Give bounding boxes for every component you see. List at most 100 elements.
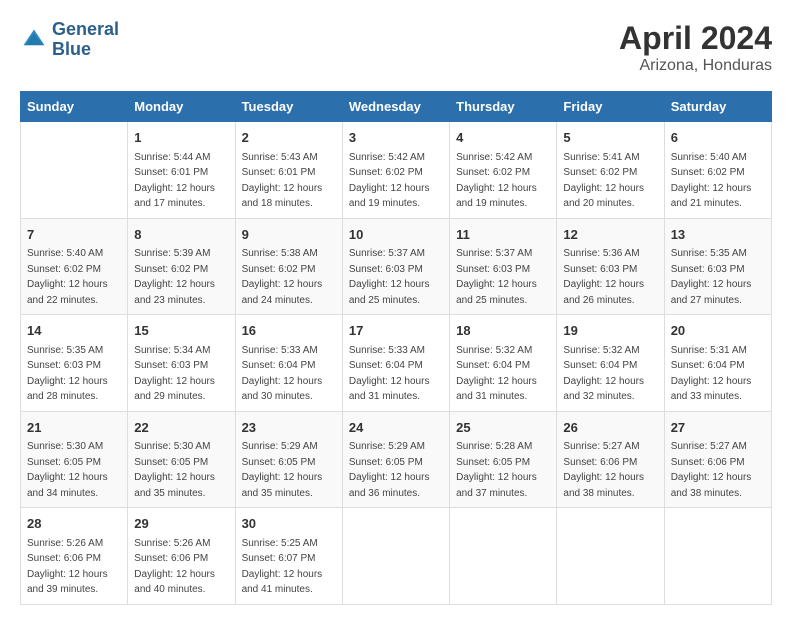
calendar-day-cell: 20Sunrise: 5:31 AMSunset: 6:04 PMDayligh… <box>664 315 771 412</box>
calendar-day-cell: 16Sunrise: 5:33 AMSunset: 6:04 PMDayligh… <box>235 315 342 412</box>
day-number: 12 <box>563 225 657 245</box>
calendar-day-cell: 2Sunrise: 5:43 AMSunset: 6:01 PMDaylight… <box>235 122 342 219</box>
day-info: Sunrise: 5:29 AMSunset: 6:05 PMDaylight:… <box>349 439 443 501</box>
day-info: Sunrise: 5:37 AMSunset: 6:03 PMDaylight:… <box>349 246 443 308</box>
day-number: 24 <box>349 418 443 438</box>
day-info: Sunrise: 5:33 AMSunset: 6:04 PMDaylight:… <box>242 343 336 405</box>
day-info: Sunrise: 5:32 AMSunset: 6:04 PMDaylight:… <box>456 343 550 405</box>
day-number: 28 <box>27 514 121 534</box>
day-info: Sunrise: 5:35 AMSunset: 6:03 PMDaylight:… <box>27 343 121 405</box>
day-info: Sunrise: 5:39 AMSunset: 6:02 PMDaylight:… <box>134 246 228 308</box>
day-number: 9 <box>242 225 336 245</box>
day-info: Sunrise: 5:38 AMSunset: 6:02 PMDaylight:… <box>242 246 336 308</box>
day-info: Sunrise: 5:26 AMSunset: 6:06 PMDaylight:… <box>27 536 121 598</box>
day-info: Sunrise: 5:42 AMSunset: 6:02 PMDaylight:… <box>349 150 443 212</box>
weekday-header: Friday <box>557 92 664 122</box>
calendar-week-row: 21Sunrise: 5:30 AMSunset: 6:05 PMDayligh… <box>21 411 772 508</box>
day-number: 4 <box>456 128 550 148</box>
day-info: Sunrise: 5:40 AMSunset: 6:02 PMDaylight:… <box>671 150 765 212</box>
month-year: April 2024 <box>619 20 772 57</box>
day-number: 10 <box>349 225 443 245</box>
calendar-week-row: 1Sunrise: 5:44 AMSunset: 6:01 PMDaylight… <box>21 122 772 219</box>
calendar-day-cell: 3Sunrise: 5:42 AMSunset: 6:02 PMDaylight… <box>342 122 449 219</box>
calendar-day-cell: 1Sunrise: 5:44 AMSunset: 6:01 PMDaylight… <box>128 122 235 219</box>
calendar-week-row: 7Sunrise: 5:40 AMSunset: 6:02 PMDaylight… <box>21 218 772 315</box>
page-header: General Blue April 2024 Arizona, Hondura… <box>20 20 772 75</box>
day-number: 17 <box>349 321 443 341</box>
calendar-header-row: SundayMondayTuesdayWednesdayThursdayFrid… <box>21 92 772 122</box>
day-info: Sunrise: 5:32 AMSunset: 6:04 PMDaylight:… <box>563 343 657 405</box>
day-number: 25 <box>456 418 550 438</box>
calendar-day-cell: 8Sunrise: 5:39 AMSunset: 6:02 PMDaylight… <box>128 218 235 315</box>
calendar-day-cell: 23Sunrise: 5:29 AMSunset: 6:05 PMDayligh… <box>235 411 342 508</box>
calendar-day-cell: 22Sunrise: 5:30 AMSunset: 6:05 PMDayligh… <box>128 411 235 508</box>
calendar-day-cell: 27Sunrise: 5:27 AMSunset: 6:06 PMDayligh… <box>664 411 771 508</box>
day-number: 15 <box>134 321 228 341</box>
calendar-day-cell: 30Sunrise: 5:25 AMSunset: 6:07 PMDayligh… <box>235 508 342 605</box>
calendar-day-cell: 9Sunrise: 5:38 AMSunset: 6:02 PMDaylight… <box>235 218 342 315</box>
day-info: Sunrise: 5:43 AMSunset: 6:01 PMDaylight:… <box>242 150 336 212</box>
calendar-day-cell: 12Sunrise: 5:36 AMSunset: 6:03 PMDayligh… <box>557 218 664 315</box>
calendar-day-cell: 7Sunrise: 5:40 AMSunset: 6:02 PMDaylight… <box>21 218 128 315</box>
day-info: Sunrise: 5:34 AMSunset: 6:03 PMDaylight:… <box>134 343 228 405</box>
day-info: Sunrise: 5:25 AMSunset: 6:07 PMDaylight:… <box>242 536 336 598</box>
calendar-day-cell: 6Sunrise: 5:40 AMSunset: 6:02 PMDaylight… <box>664 122 771 219</box>
calendar-day-cell: 25Sunrise: 5:28 AMSunset: 6:05 PMDayligh… <box>450 411 557 508</box>
logo-icon <box>20 26 48 54</box>
calendar-week-row: 14Sunrise: 5:35 AMSunset: 6:03 PMDayligh… <box>21 315 772 412</box>
weekday-header: Sunday <box>21 92 128 122</box>
calendar-day-cell <box>450 508 557 605</box>
logo: General Blue <box>20 20 119 60</box>
day-info: Sunrise: 5:44 AMSunset: 6:01 PMDaylight:… <box>134 150 228 212</box>
calendar-day-cell: 29Sunrise: 5:26 AMSunset: 6:06 PMDayligh… <box>128 508 235 605</box>
weekday-header: Tuesday <box>235 92 342 122</box>
day-info: Sunrise: 5:29 AMSunset: 6:05 PMDaylight:… <box>242 439 336 501</box>
weekday-header: Monday <box>128 92 235 122</box>
day-number: 5 <box>563 128 657 148</box>
location: Arizona, Honduras <box>619 57 772 75</box>
day-number: 27 <box>671 418 765 438</box>
calendar-day-cell: 4Sunrise: 5:42 AMSunset: 6:02 PMDaylight… <box>450 122 557 219</box>
day-number: 22 <box>134 418 228 438</box>
day-number: 7 <box>27 225 121 245</box>
weekday-header: Saturday <box>664 92 771 122</box>
day-info: Sunrise: 5:27 AMSunset: 6:06 PMDaylight:… <box>563 439 657 501</box>
day-info: Sunrise: 5:30 AMSunset: 6:05 PMDaylight:… <box>27 439 121 501</box>
day-number: 29 <box>134 514 228 534</box>
calendar-day-cell: 14Sunrise: 5:35 AMSunset: 6:03 PMDayligh… <box>21 315 128 412</box>
calendar-day-cell: 11Sunrise: 5:37 AMSunset: 6:03 PMDayligh… <box>450 218 557 315</box>
calendar-day-cell: 26Sunrise: 5:27 AMSunset: 6:06 PMDayligh… <box>557 411 664 508</box>
calendar-day-cell <box>21 122 128 219</box>
day-number: 13 <box>671 225 765 245</box>
day-info: Sunrise: 5:27 AMSunset: 6:06 PMDaylight:… <box>671 439 765 501</box>
day-number: 19 <box>563 321 657 341</box>
weekday-header: Wednesday <box>342 92 449 122</box>
day-number: 14 <box>27 321 121 341</box>
day-number: 18 <box>456 321 550 341</box>
day-number: 3 <box>349 128 443 148</box>
calendar-day-cell: 15Sunrise: 5:34 AMSunset: 6:03 PMDayligh… <box>128 315 235 412</box>
calendar-day-cell <box>342 508 449 605</box>
calendar-day-cell: 13Sunrise: 5:35 AMSunset: 6:03 PMDayligh… <box>664 218 771 315</box>
day-number: 23 <box>242 418 336 438</box>
calendar-day-cell: 10Sunrise: 5:37 AMSunset: 6:03 PMDayligh… <box>342 218 449 315</box>
title-block: April 2024 Arizona, Honduras <box>619 20 772 75</box>
calendar-day-cell: 19Sunrise: 5:32 AMSunset: 6:04 PMDayligh… <box>557 315 664 412</box>
day-number: 8 <box>134 225 228 245</box>
day-number: 2 <box>242 128 336 148</box>
calendar-day-cell: 21Sunrise: 5:30 AMSunset: 6:05 PMDayligh… <box>21 411 128 508</box>
day-info: Sunrise: 5:42 AMSunset: 6:02 PMDaylight:… <box>456 150 550 212</box>
day-info: Sunrise: 5:30 AMSunset: 6:05 PMDaylight:… <box>134 439 228 501</box>
day-info: Sunrise: 5:35 AMSunset: 6:03 PMDaylight:… <box>671 246 765 308</box>
day-info: Sunrise: 5:33 AMSunset: 6:04 PMDaylight:… <box>349 343 443 405</box>
calendar-day-cell <box>664 508 771 605</box>
day-info: Sunrise: 5:40 AMSunset: 6:02 PMDaylight:… <box>27 246 121 308</box>
weekday-header: Thursday <box>450 92 557 122</box>
day-number: 20 <box>671 321 765 341</box>
logo-text: General Blue <box>52 20 119 60</box>
day-number: 26 <box>563 418 657 438</box>
day-number: 1 <box>134 128 228 148</box>
calendar-day-cell: 18Sunrise: 5:32 AMSunset: 6:04 PMDayligh… <box>450 315 557 412</box>
calendar-day-cell: 24Sunrise: 5:29 AMSunset: 6:05 PMDayligh… <box>342 411 449 508</box>
day-info: Sunrise: 5:26 AMSunset: 6:06 PMDaylight:… <box>134 536 228 598</box>
